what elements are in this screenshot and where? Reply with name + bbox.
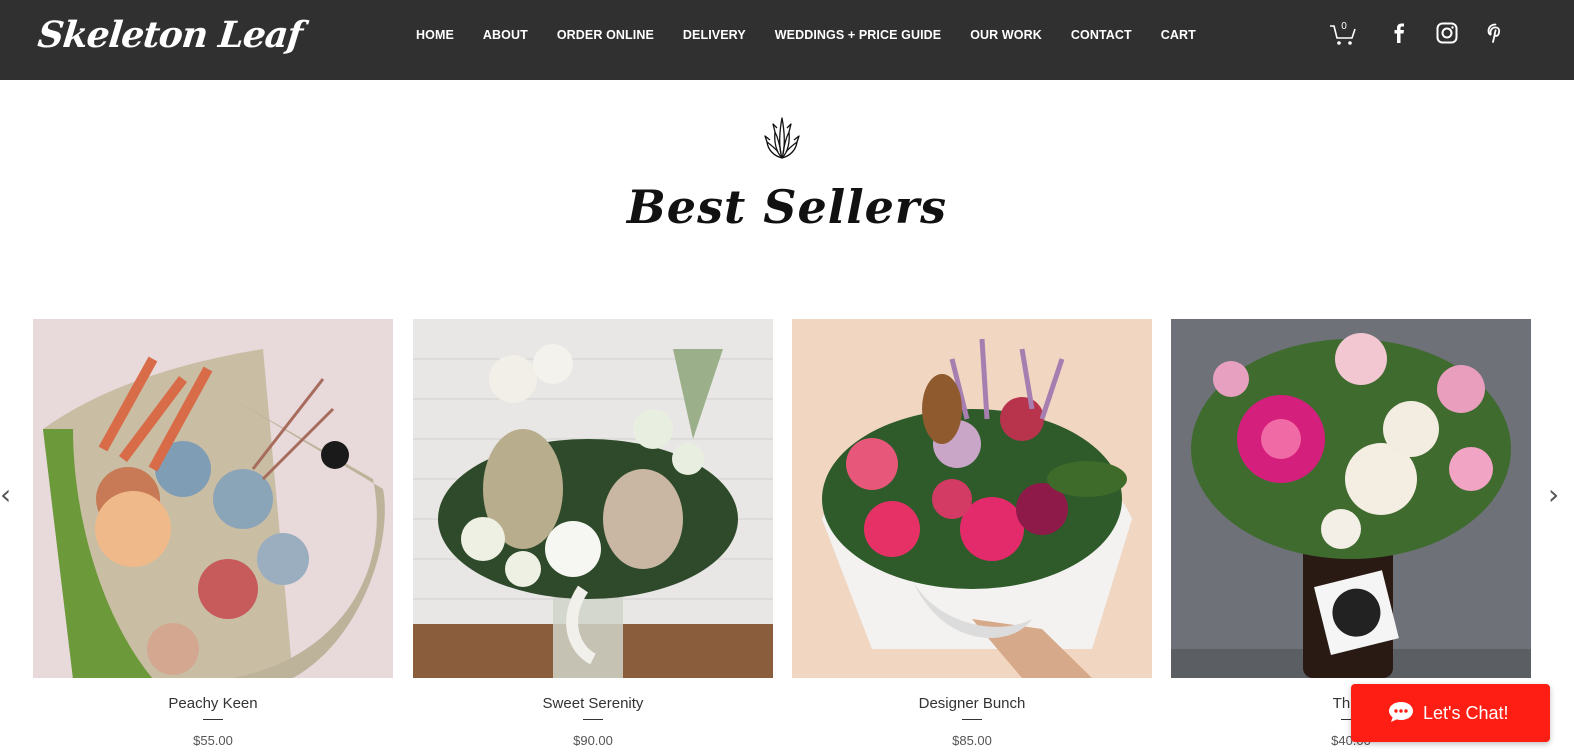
- product-name[interactable]: Designer Bunch: [792, 695, 1152, 712]
- main-nav: HOME ABOUT ORDER ONLINE DELIVERY WEDDING…: [416, 26, 1225, 44]
- section-title: Best Sellers: [626, 180, 948, 234]
- product-image[interactable]: [792, 319, 1152, 678]
- prev-arrow-icon[interactable]: ‹: [0, 478, 11, 511]
- product-card[interactable]: Peachy Keen $55.00: [33, 319, 393, 756]
- facebook-icon[interactable]: [1384, 18, 1414, 48]
- product-card[interactable]: Designer Bunch $85.00: [792, 319, 1152, 756]
- cart-icon[interactable]: 0: [1328, 18, 1358, 48]
- cart-count-badge: 0: [1341, 21, 1347, 32]
- next-arrow-icon[interactable]: ›: [1548, 478, 1559, 511]
- product-divider: [962, 719, 982, 720]
- product-image[interactable]: [33, 319, 393, 678]
- site-logo[interactable]: Skeleton Leaf: [36, 14, 304, 56]
- product-image[interactable]: [413, 319, 773, 678]
- pinterest-icon[interactable]: [1480, 18, 1510, 48]
- nav-cart[interactable]: CART: [1161, 28, 1196, 42]
- product-price: $90.00: [573, 733, 613, 748]
- product-name[interactable]: Peachy Keen: [33, 695, 393, 712]
- product-price: $85.00: [952, 733, 992, 748]
- product-divider: [203, 719, 223, 720]
- product-divider: [583, 719, 603, 720]
- product-image[interactable]: [1171, 319, 1531, 678]
- nav-about[interactable]: ABOUT: [483, 28, 528, 42]
- product-price: $55.00: [193, 733, 233, 748]
- protea-flower-icon: [760, 112, 804, 162]
- nav-home[interactable]: HOME: [416, 28, 454, 42]
- product-card[interactable]: Sweet Serenity $90.00: [413, 319, 773, 756]
- nav-weddings-price-guide[interactable]: WEDDINGS + PRICE GUIDE: [775, 28, 941, 42]
- nav-our-work[interactable]: OUR WORK: [970, 28, 1042, 42]
- chat-bubble-icon: [1387, 700, 1415, 724]
- nav-order-online[interactable]: ORDER ONLINE: [557, 28, 654, 42]
- site-header: Skeleton Leaf HOME ABOUT ORDER ONLINE DE…: [0, 0, 1574, 80]
- product-name[interactable]: Sweet Serenity: [413, 695, 773, 712]
- nav-delivery[interactable]: DELIVERY: [683, 28, 746, 42]
- chat-label: Let's Chat!: [1423, 703, 1509, 723]
- lets-chat-button[interactable]: Let's Chat!: [1351, 684, 1550, 742]
- instagram-icon[interactable]: [1432, 18, 1462, 48]
- nav-contact[interactable]: CONTACT: [1071, 28, 1132, 42]
